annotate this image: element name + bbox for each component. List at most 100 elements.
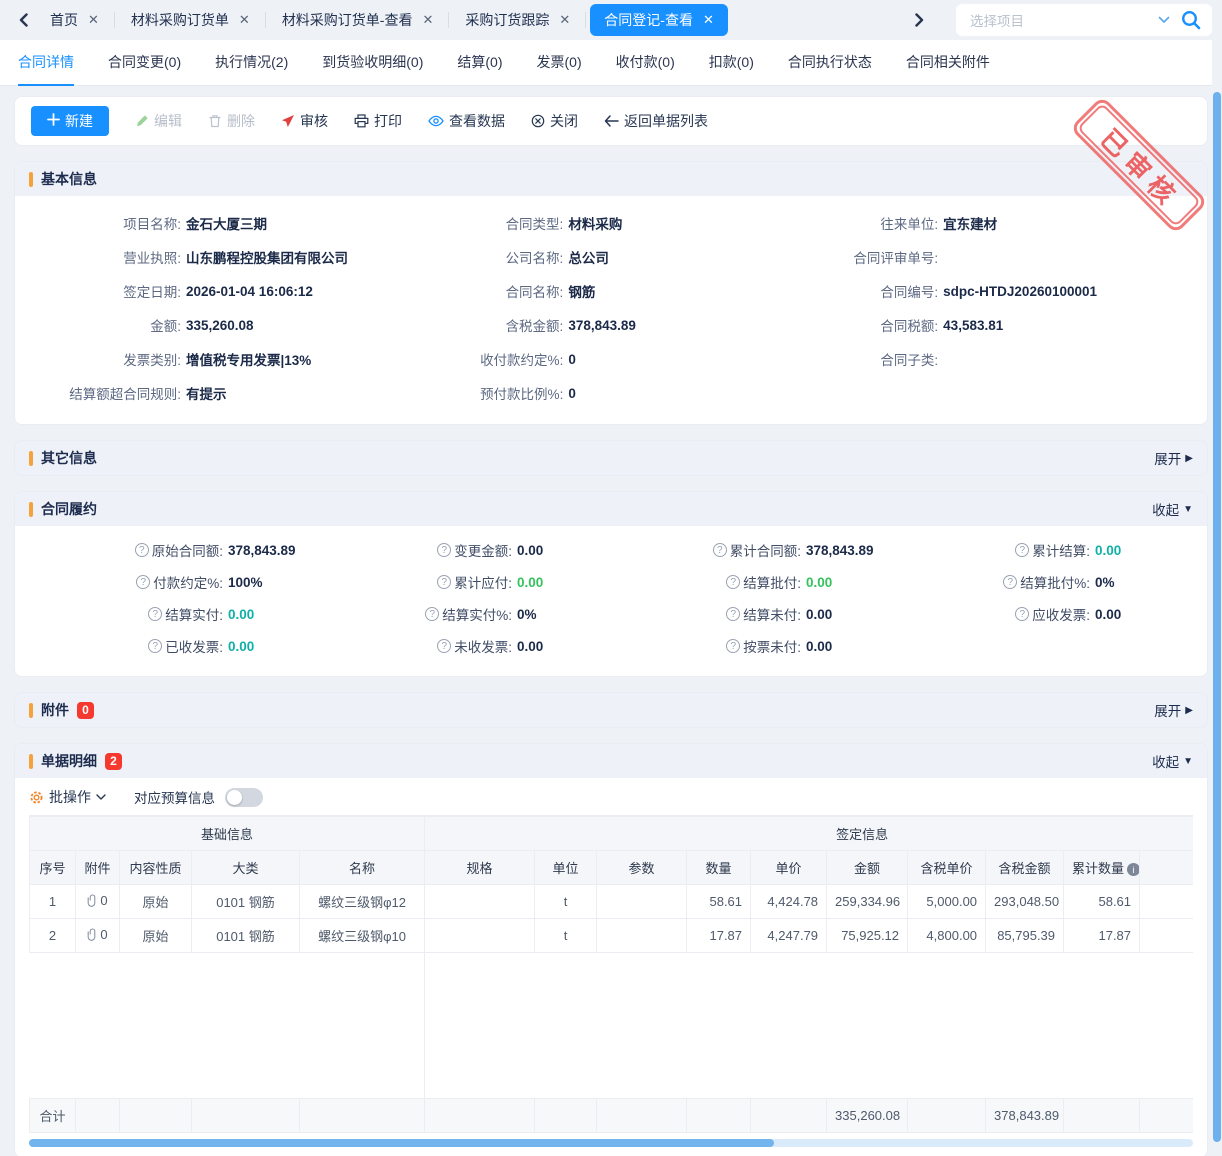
column-header-累计数量[interactable]: 累计数量i [1064,851,1140,885]
performance-header: 合同履约 收起▼ [15,492,1207,526]
detail-table-body: 10原始0101 钢筋螺纹三级钢φ12t58.614,424.78259,334… [30,885,1194,1133]
search-icon[interactable] [1180,9,1202,31]
tab-发票(0)[interactable]: 发票(0) [537,40,582,86]
column-header-附件[interactable]: 附件 [76,851,120,885]
new-button[interactable]: 新建 [31,106,109,136]
close-icon[interactable]: ✕ [422,12,433,28]
column-header-含税金额[interactable]: 含税金额 [986,851,1064,885]
column-header-内容性质[interactable]: 内容性质 [120,851,192,885]
help-icon[interactable]: ? [148,639,162,653]
column-header-参数[interactable]: 参数 [597,851,687,885]
table-row[interactable]: 10原始0101 钢筋螺纹三级钢φ12t58.614,424.78259,334… [30,885,1194,919]
view-data-button[interactable]: 查看数据 [428,111,505,131]
help-icon[interactable]: ? [437,639,451,653]
info-field: 公司名称:总公司 [405,240,780,274]
tab-合同详情[interactable]: 合同详情 [18,40,74,86]
window-tab-首页[interactable]: 首页✕ [34,0,115,40]
column-header-数量[interactable]: 数量 [687,851,751,885]
trash-icon [208,114,222,128]
help-icon[interactable]: ? [1015,607,1029,621]
help-icon[interactable]: ? [437,543,451,557]
metric-inner: ?按票未付:0.00 [603,636,892,656]
tab-结算(0)[interactable]: 结算(0) [457,40,502,86]
metric-inner: ?结算实付:0.00 [25,604,314,624]
tab-扣款(0)[interactable]: 扣款(0) [709,40,754,86]
help-icon[interactable]: ? [148,607,162,621]
vertical-scrollbar-thumb[interactable] [1213,92,1221,1142]
field-label: 营业执照: [23,247,181,267]
metric-label: 未收发票: [454,636,512,656]
column-header-序号[interactable]: 序号 [30,851,76,885]
horizontal-scrollbar[interactable] [29,1139,1193,1147]
attachment-cell[interactable]: 0 [87,893,107,908]
toolbar: 新建 编辑 删除 审核 打印 查看数据 关闭 返回单据列表 [15,97,1207,145]
help-icon[interactable]: ? [726,575,740,589]
field-label: 合同评审单号: [780,247,938,267]
collapse-toggle[interactable]: 收起▼ [1152,499,1193,519]
total-cell-大类 [192,1099,300,1133]
field-value: 金石大厦三期 [186,213,267,233]
help-icon[interactable]: ? [713,543,727,557]
horizontal-scrollbar-thumb[interactable] [29,1139,774,1147]
help-icon[interactable]: ? [425,607,439,621]
back-to-list-button[interactable]: 返回单据列表 [604,111,708,131]
close-icon[interactable]: ✕ [703,12,714,28]
window-tab-合同登记-查看[interactable]: 合同登记-查看✕ [590,4,728,36]
column-group-签定信息: 签定信息 [425,817,1193,851]
field-label: 公司名称: [405,247,563,267]
performance-metric: ?结算实付:0.00 [25,598,314,630]
tab-合同执行状态[interactable]: 合同执行状态 [788,40,872,86]
column-header-大类[interactable]: 大类 [192,851,300,885]
help-icon[interactable]: ? [726,607,740,621]
info-field: 签定日期:2026-01-04 16:06:12 [23,274,405,308]
print-button[interactable]: 打印 [354,111,402,131]
column-header-累计金额[interactable]: 累计金额 [1140,851,1193,885]
expand-toggle[interactable]: 展开▶ [1154,700,1193,720]
window-tab-材料采购订货单[interactable]: 材料采购订货单✕ [115,0,266,40]
metric-value: 0.00 [1095,543,1181,558]
batch-operations-button[interactable]: 批操作 [29,787,106,807]
project-select[interactable]: 选择项目 [956,4,1212,36]
help-icon[interactable]: ? [726,639,740,653]
window-tab-采购订货跟踪[interactable]: 采购订货跟踪✕ [449,0,586,40]
help-icon[interactable]: ? [136,575,150,589]
column-header-金额[interactable]: 金额 [827,851,908,885]
close-icon[interactable]: ✕ [239,12,250,28]
chevron-down-icon[interactable] [1158,16,1170,24]
vertical-scrollbar[interactable] [1212,0,1222,1156]
window-tab-材料采购订货单-查看[interactable]: 材料采购订货单-查看✕ [266,0,450,40]
info-field: 结算额超合同规则:有提示 [23,376,405,410]
close-icon[interactable]: ✕ [88,12,99,28]
column-header-单价[interactable]: 单价 [751,851,827,885]
audit-button[interactable]: 审核 [281,111,328,131]
tab-收付款(0)[interactable]: 收付款(0) [616,40,675,86]
tab-执行情况(2)[interactable]: 执行情况(2) [215,40,288,86]
close-button[interactable]: 关闭 [531,111,578,131]
cell-内容性质: 原始 [120,885,192,919]
performance-metric: ?原始合同额:378,843.89 [25,534,314,566]
edit-button[interactable]: 编辑 [135,111,182,131]
info-icon[interactable]: i [1127,863,1139,876]
table-row[interactable]: 20原始0101 钢筋螺纹三级钢φ10t17.874,247.7975,925.… [30,919,1194,953]
tab-合同变更(0)[interactable]: 合同变更(0) [108,40,181,86]
metric-inner: ?结算批付%:0% [892,572,1181,592]
performance-metric: ?付款约定%:100% [25,566,314,598]
column-header-名称[interactable]: 名称 [300,851,425,885]
help-icon[interactable]: ? [1015,543,1029,557]
tab-到货验收明细(0)[interactable]: 到货验收明细(0) [322,40,423,86]
column-header-含税单价[interactable]: 含税单价 [908,851,986,885]
help-icon[interactable]: ? [437,575,451,589]
help-icon[interactable]: ? [135,543,149,557]
column-header-单位[interactable]: 单位 [535,851,597,885]
tabs-scroll-left-button[interactable] [12,0,34,40]
tabs-scroll-right-button[interactable] [908,0,930,40]
tab-合同相关附件[interactable]: 合同相关附件 [906,40,990,86]
close-icon[interactable]: ✕ [559,12,570,28]
help-icon[interactable]: ? [1003,575,1017,589]
column-header-规格[interactable]: 规格 [425,851,535,885]
collapse-toggle[interactable]: 收起▼ [1152,751,1193,771]
expand-toggle[interactable]: 展开▶ [1154,448,1193,468]
budget-info-toggle[interactable] [225,788,263,807]
attachment-cell[interactable]: 0 [87,927,107,942]
delete-button[interactable]: 删除 [208,111,255,131]
